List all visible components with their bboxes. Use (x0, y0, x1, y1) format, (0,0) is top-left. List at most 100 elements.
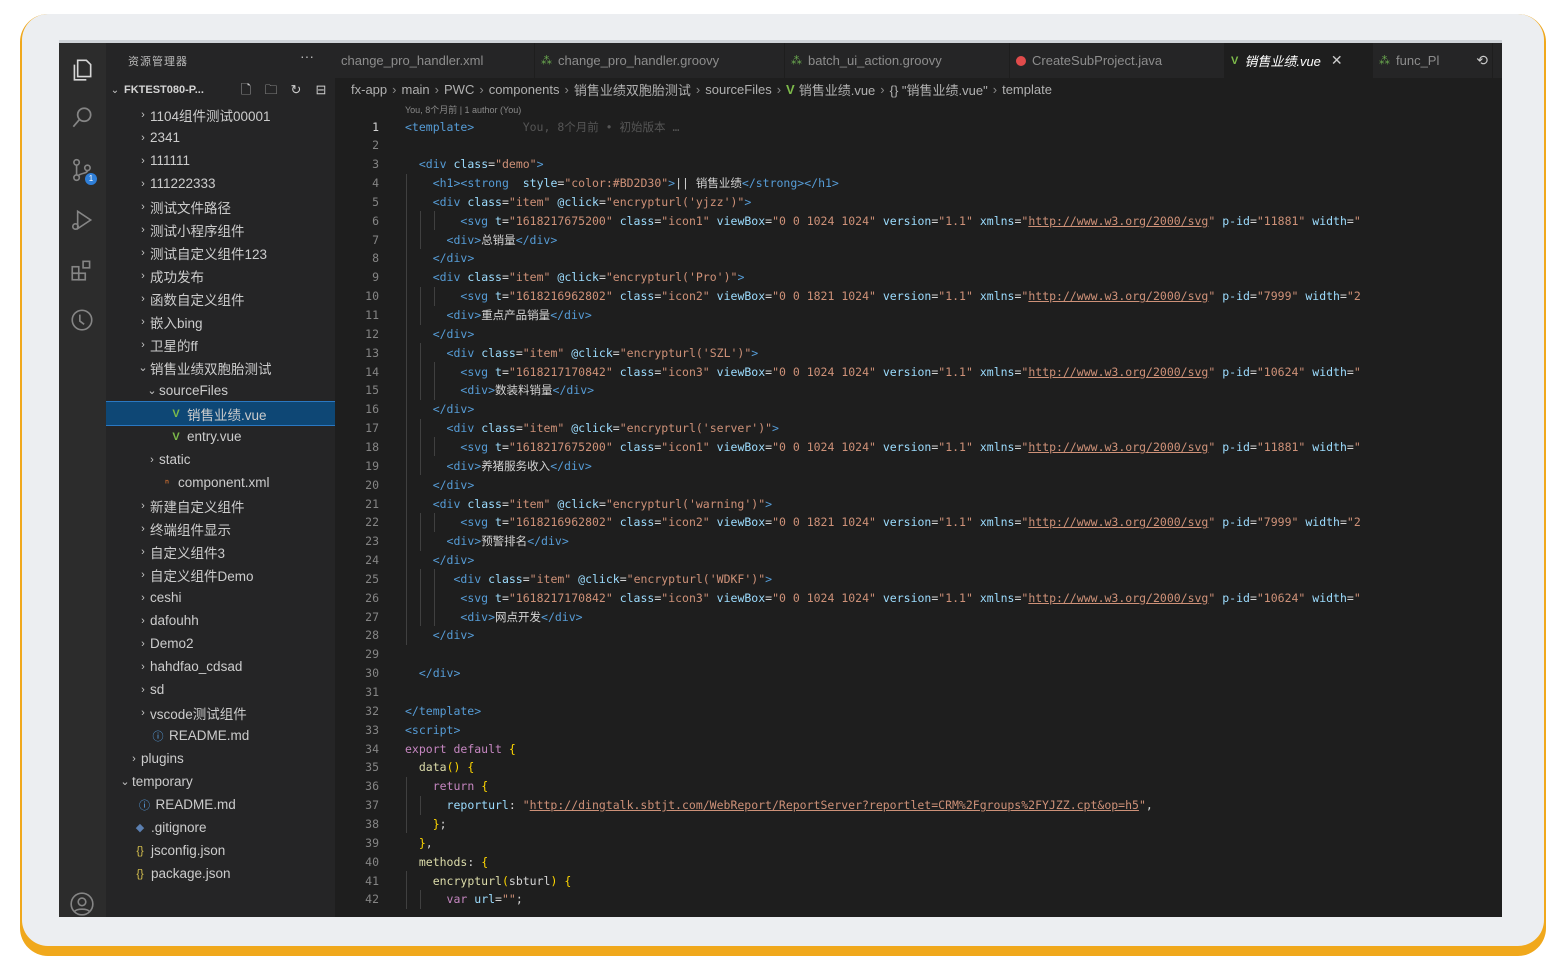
breadcrumb-item[interactable]: template (1002, 82, 1052, 97)
tree-folder[interactable]: › sd (106, 678, 335, 701)
tree-folder[interactable]: › 终端组件显示 (106, 517, 335, 540)
tree-folder[interactable]: › hahdfao_cdsad (106, 655, 335, 678)
chevron-right-icon: › (141, 706, 145, 719)
run-debug-icon[interactable] (69, 207, 95, 233)
breadcrumb-item[interactable]: fx-app (351, 82, 387, 97)
tree-folder[interactable]: › ceshi (106, 586, 335, 609)
code-line: 19 <div>养猪服务收入</div> (335, 456, 1502, 476)
breadcrumb-item[interactable]: sourceFiles (705, 82, 771, 97)
breadcrumb-item[interactable]: 销售业绩.vue (799, 80, 876, 99)
indent-guide (419, 531, 421, 551)
indent-guide (419, 418, 421, 438)
code-line: 8 </div> (335, 248, 1502, 268)
collapse-all-icon[interactable]: ⊟ (313, 82, 329, 98)
editor-tabs: ⟲ change_pro_handler.xml ⁂ change_pro_hand… (335, 43, 1502, 78)
more-actions-icon[interactable]: ··· (300, 48, 314, 64)
editor-tab[interactable]: ⁂ func_Pl (1373, 43, 1493, 78)
tree-folder[interactable]: › static (106, 448, 335, 471)
line-number: 11 (365, 308, 379, 322)
line-number: 41 (365, 873, 379, 888)
indent-guide (405, 607, 407, 627)
tree-folder[interactable]: ⌄ temporary (106, 770, 335, 793)
editor-tab[interactable]: V 销售业绩.vue ✕ (1225, 43, 1373, 78)
line-number: 10 (365, 289, 379, 304)
editor-tab[interactable]: ⁂ batch_ui_action.groovy (785, 43, 1010, 78)
editor-tab[interactable]: change_pro_handler.xml (335, 43, 535, 78)
chevron-right-icon: › (141, 292, 145, 305)
code-line: 6 <svg t="1618217675200" class="icon1" v… (335, 211, 1502, 231)
code-line: 36 return { (335, 776, 1502, 796)
breadcrumb-item[interactable]: components (489, 82, 560, 97)
tree-folder[interactable]: › 1104组件测试00001 (106, 103, 335, 126)
close-icon[interactable]: ✕ (1331, 52, 1343, 69)
tree-folder[interactable]: › 2341 (106, 126, 335, 149)
breadcrumb-item[interactable]: main (401, 82, 429, 97)
indent-guide (405, 286, 407, 306)
refresh-icon[interactable]: ↻ (288, 82, 304, 98)
new-folder-icon[interactable]: 🗀 (263, 82, 279, 98)
line-number: 38 (365, 816, 379, 831)
search-icon[interactable] (69, 105, 95, 131)
editor-tab[interactable]: CreateSubProject.java (1010, 43, 1225, 78)
tree-folder[interactable]: › 111111 (106, 149, 335, 172)
extensions-icon[interactable] (69, 257, 95, 283)
tree-file[interactable]: ⓘ README.md (106, 724, 335, 747)
indent-guide (405, 814, 407, 834)
tree-folder[interactable]: › Demo2 (106, 632, 335, 655)
tree-folder[interactable]: ⌄ 销售业绩双胞胎测试 (106, 356, 335, 379)
tree-folder[interactable]: › 自定义组件3 (106, 540, 335, 563)
new-file-icon[interactable]: 🗋 (238, 82, 254, 98)
breadcrumb-item[interactable]: {} "销售业绩.vue" (890, 80, 988, 99)
tree-item-label: 2341 (150, 130, 181, 145)
tree-folder[interactable]: › 函数自定义组件 (106, 287, 335, 310)
tree-folder[interactable]: › 111222333 (106, 172, 335, 195)
tree-file[interactable]: {} package.json (106, 862, 335, 885)
tree-file[interactable]: {} jsconfig.json (106, 839, 335, 862)
breadcrumb-item[interactable]: PWC (444, 82, 474, 97)
tree-item-label: 自定义组件3 (150, 545, 226, 561)
tree-folder[interactable]: › 测试小程序组件 (106, 218, 335, 241)
indent-guide (405, 795, 407, 815)
code-line: 33 <script> (335, 720, 1502, 739)
indent-guide (419, 286, 421, 306)
tree-item-label: 函数自定义组件 (150, 292, 245, 308)
tree-folder[interactable]: › vscode测试组件 (106, 701, 335, 724)
tree-folder[interactable]: › dafouhh (106, 609, 335, 632)
code-text: data() { (418, 760, 475, 775)
line-number: 15 (365, 383, 379, 398)
tree-folder[interactable]: › 新建自定义组件 (106, 494, 335, 517)
indent-guide (419, 305, 421, 325)
tree-folder[interactable]: ⌄ sourceFiles (106, 379, 335, 402)
tree-file[interactable]: ⁿ component.xml (106, 471, 335, 494)
tab-label: 销售业绩.vue (1244, 54, 1321, 69)
tree-folder[interactable]: › 嵌入bing (106, 310, 335, 333)
indent-guide (419, 569, 421, 589)
tree-item-label: temporary (132, 774, 193, 789)
tree-folder[interactable]: › 自定义组件Demo (106, 563, 335, 586)
source-control-icon[interactable]: 1 (69, 157, 97, 185)
tree-folder[interactable]: › plugins (106, 747, 335, 770)
indent-guide (405, 248, 407, 268)
line-number: 37 (365, 798, 379, 813)
line-number: 20 (365, 477, 379, 492)
code-line: 22 <svg t="1618216962802" class="icon2" … (335, 512, 1502, 532)
tree-folder[interactable]: › 测试文件路径 (106, 195, 335, 218)
breadcrumb-item[interactable]: 销售业绩双胞胎测试 (574, 80, 691, 99)
tab-label: CreateSubProject.java (1032, 53, 1163, 68)
tree-file[interactable]: V 销售业绩.vue (106, 401, 335, 426)
tree-file[interactable]: Ventry.vue (106, 425, 335, 448)
tree-file[interactable]: ⓘ README.md (106, 793, 335, 816)
workspace-header[interactable]: ⌄ FKTEST080-P... 🗋 🗀 ↻ ⊟ (106, 79, 335, 101)
code-editor[interactable]: 1 <template> You, 8个月前 • 初始版本 … 2 3 <div cl… (335, 117, 1502, 917)
code-line: 21 <div class="item" @click="encrypturl(… (335, 494, 1502, 513)
indent-guide (419, 588, 421, 608)
tree-folder[interactable]: › 成功发布 (106, 264, 335, 287)
tree-folder[interactable]: › 测试自定义组件123 (106, 241, 335, 264)
editor-tab[interactable]: ⁂ change_pro_handler.groovy (535, 43, 785, 78)
code-line: 16 </div> (335, 399, 1502, 419)
tree-folder[interactable]: › 卫星的ff (106, 333, 335, 356)
explorer-icon[interactable] (69, 57, 95, 83)
account-icon[interactable] (69, 891, 95, 917)
timeline-icon[interactable] (69, 307, 95, 333)
tree-file[interactable]: ◆ .gitignore (106, 816, 335, 839)
